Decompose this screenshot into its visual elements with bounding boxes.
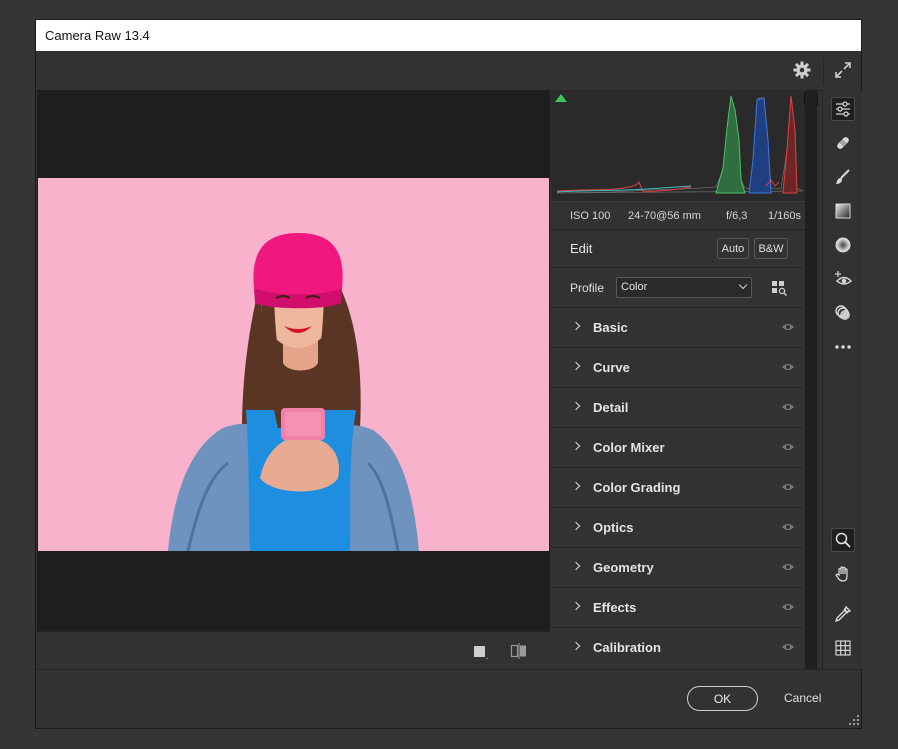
radial-filter-tool[interactable] (831, 233, 855, 257)
chevron-right-icon (571, 481, 581, 491)
iso-value: ISO 100 (570, 210, 611, 222)
grid-icon (835, 640, 851, 656)
chevron-right-icon (571, 561, 581, 571)
section-label: Effects (593, 600, 637, 615)
cancel-button[interactable]: Cancel (784, 691, 821, 705)
profile-row: Profile Color (551, 268, 806, 308)
hand-tool[interactable] (831, 562, 855, 586)
resize-grip-icon[interactable] (849, 715, 859, 725)
section-label: Color Grading (593, 480, 681, 495)
tool-strip (822, 90, 862, 669)
profile-value: Color (621, 281, 648, 293)
edit-title: Edit (570, 241, 593, 256)
chevron-right-icon (571, 401, 581, 411)
section-geometry[interactable]: Geometry (551, 548, 806, 588)
red-eye-icon (835, 271, 852, 285)
eye-icon[interactable] (781, 442, 795, 452)
section-curve[interactable]: Curve (551, 348, 806, 388)
section-color-grading[interactable]: Color Grading (551, 468, 806, 508)
toolbar-divider (823, 57, 824, 85)
edit-panel: ISO 100 24-70@56 mm f/6,3 1/160s Edit Au… (551, 90, 818, 669)
eye-icon[interactable] (781, 522, 795, 532)
profile-browser-icon[interactable] (771, 280, 787, 296)
image-canvas[interactable] (37, 90, 550, 631)
title-bar: Camera Raw 13.4 (36, 20, 861, 51)
section-effects[interactable]: Effects (551, 588, 806, 628)
expand-icon[interactable] (833, 60, 853, 80)
shutter-value: 1/160s (768, 210, 802, 222)
section-label: Calibration (593, 640, 661, 655)
more-tools[interactable] (831, 335, 855, 359)
edit-sliders-icon (836, 101, 850, 117)
section-label: Curve (593, 360, 630, 375)
photo-illustration (38, 178, 549, 551)
profile-label: Profile (570, 281, 605, 295)
canvas-footer (36, 631, 550, 669)
gear-icon[interactable] (792, 60, 812, 80)
before-after-icon[interactable] (510, 642, 528, 660)
panel-scrollbar[interactable] (805, 90, 817, 669)
chevron-right-icon (571, 361, 581, 371)
dialog-footer: OK Cancel (36, 669, 861, 728)
section-label: Color Mixer (593, 440, 665, 455)
presets-tool[interactable] (831, 301, 855, 325)
hand-icon (835, 566, 848, 582)
eye-icon[interactable] (781, 562, 795, 572)
ok-button[interactable]: OK (687, 686, 758, 711)
exif-info: ISO 100 24-70@56 mm f/6,3 1/160s (551, 202, 806, 230)
bw-button[interactable]: B&W (754, 238, 788, 259)
auto-button[interactable]: Auto (717, 238, 749, 259)
eye-icon[interactable] (781, 482, 795, 492)
histogram-graph (556, 95, 804, 194)
section-label: Geometry (593, 560, 654, 575)
healing-bandage-icon (837, 137, 849, 149)
section-label: Optics (593, 520, 634, 535)
brush-icon (836, 169, 850, 184)
eye-icon[interactable] (781, 362, 795, 372)
radial-filter-icon (835, 237, 851, 253)
section-label: Detail (593, 400, 629, 415)
brush-tool[interactable] (831, 165, 855, 189)
grid-tool[interactable] (831, 636, 855, 660)
edit-tool[interactable] (831, 97, 855, 121)
window-title: Camera Raw 13.4 (45, 28, 150, 43)
zoom-tool[interactable] (831, 528, 855, 552)
eye-icon[interactable] (781, 322, 795, 332)
section-calibration[interactable]: Calibration (551, 628, 806, 668)
chevron-right-icon (571, 441, 581, 451)
eyedropper-tool[interactable] (831, 602, 855, 626)
edit-header: Edit Auto B&W (551, 230, 806, 268)
chevron-down-icon (738, 280, 748, 290)
eye-icon[interactable] (781, 602, 795, 612)
histogram (551, 90, 818, 202)
section-basic[interactable]: Basic (551, 308, 806, 348)
chevron-right-icon (571, 601, 581, 611)
profile-select[interactable]: Color (616, 277, 752, 298)
chevron-right-icon (571, 321, 581, 331)
linear-gradient-icon (835, 203, 851, 219)
camera-raw-window: Camera Raw 13.4 ISO 100 24-70@56 mm f/6,… (35, 19, 862, 729)
linear-gradient-tool[interactable] (831, 199, 855, 223)
chevron-right-icon (571, 641, 581, 651)
single-view-icon[interactable] (473, 644, 489, 660)
healing-tool[interactable] (831, 131, 855, 155)
lens-value: 24-70@56 mm (628, 210, 701, 222)
aperture-value: f/6,3 (726, 210, 748, 222)
section-label: Basic (593, 320, 628, 335)
chevron-right-icon (571, 521, 581, 531)
section-detail[interactable]: Detail (551, 388, 806, 428)
top-toolbar (36, 51, 861, 91)
zoom-icon (835, 532, 851, 548)
eyedropper-icon (834, 605, 852, 623)
photo-preview (38, 178, 549, 551)
section-color-mixer[interactable]: Color Mixer (551, 428, 806, 468)
eye-icon[interactable] (781, 642, 795, 652)
presets-icon (835, 305, 850, 320)
eye-icon[interactable] (781, 402, 795, 412)
red-eye-tool[interactable] (831, 267, 855, 291)
section-optics[interactable]: Optics (551, 508, 806, 548)
more-icon (835, 345, 851, 349)
